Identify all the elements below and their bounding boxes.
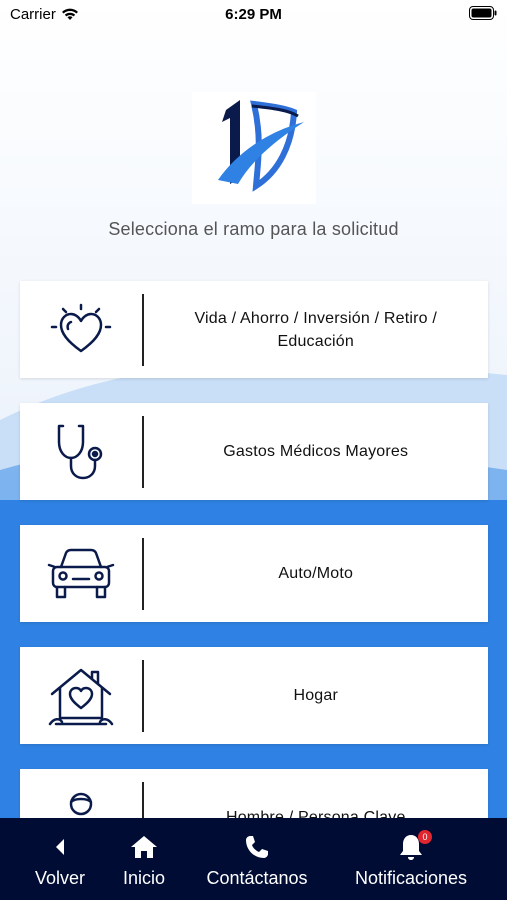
tab-inicio[interactable]: Inicio xyxy=(116,818,172,900)
tab-label: Contáctanos xyxy=(206,868,308,888)
tab-volver[interactable]: Volver xyxy=(30,818,90,900)
car-icon xyxy=(20,525,142,622)
tab-label: Inicio xyxy=(122,868,166,888)
page-subtitle: Selecciona el ramo para la solicitud xyxy=(108,219,399,239)
option-label: Auto/Moto xyxy=(278,565,354,582)
tab-label: Notificaciones xyxy=(354,868,468,888)
bell-icon: 0 xyxy=(398,830,432,864)
notifications-badge: 0 xyxy=(418,830,432,844)
heart-glow-icon xyxy=(20,281,142,378)
status-bar: Carrier 6:29 PM xyxy=(0,0,507,30)
app-logo xyxy=(192,92,316,204)
tab-label: Volver xyxy=(34,868,86,888)
phone-icon xyxy=(244,830,270,864)
option-label: Vida / Ahorro / Inversión / Retiro / Edu… xyxy=(194,309,438,350)
option-label: Gastos Médicos Mayores xyxy=(223,443,409,460)
house-heart-icon xyxy=(20,647,142,744)
option-card-hogar[interactable]: Hogar xyxy=(20,647,488,744)
stethoscope-icon xyxy=(20,403,142,500)
option-card-vida[interactable]: Vida / Ahorro / Inversión / Retiro / Edu… xyxy=(20,281,488,378)
bottom-tab-bar: Volver Inicio Contáctanos 0 Notificacion… xyxy=(0,818,507,900)
home-icon xyxy=(129,830,159,864)
option-label: Hogar xyxy=(293,687,339,704)
tab-contactanos[interactable]: Contáctanos xyxy=(198,818,316,900)
status-time: 6:29 PM xyxy=(225,6,282,23)
tab-notificaciones[interactable]: 0 Notificaciones xyxy=(346,818,476,900)
option-card-auto-moto[interactable]: Auto/Moto xyxy=(20,525,488,622)
battery-icon xyxy=(469,6,497,24)
option-card-gastos-medicos[interactable]: Gastos Médicos Mayores xyxy=(20,403,488,500)
back-arrow-icon xyxy=(53,830,67,864)
